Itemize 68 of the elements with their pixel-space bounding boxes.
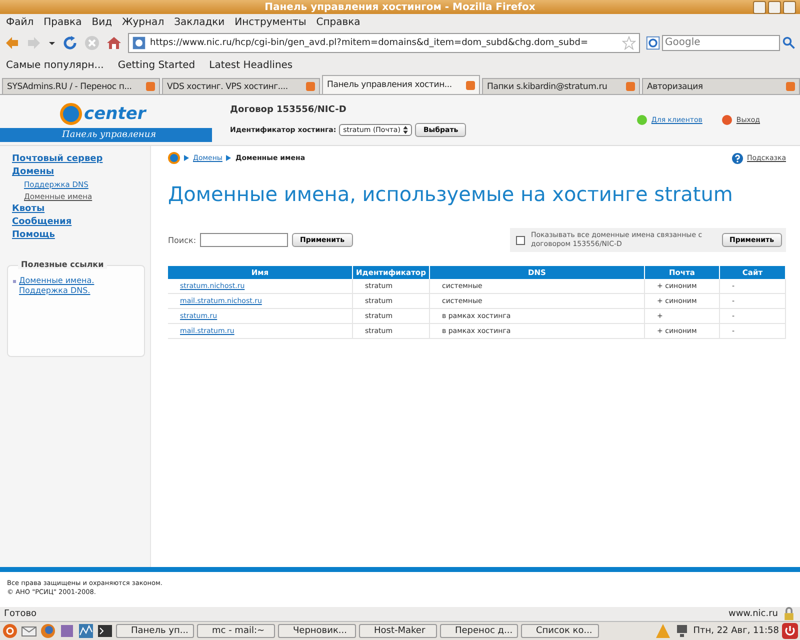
minimize-button[interactable] xyxy=(753,1,766,14)
menu-item[interactable]: Журнал xyxy=(122,16,164,28)
help-icon xyxy=(732,152,743,164)
power-icon[interactable] xyxy=(782,623,798,639)
browser-tab[interactable]: VDS хостинг. VPS хостинг.... xyxy=(162,78,320,94)
arrow-icon xyxy=(226,155,232,161)
nav-link[interactable]: Почтовый сервер xyxy=(12,154,103,164)
window-title: Панель управления хостингом - Mozilla Firefox xyxy=(264,2,536,12)
status-text: Готово xyxy=(4,609,37,619)
home-icon[interactable] xyxy=(106,34,122,50)
taskbar-button[interactable]: Черновик... xyxy=(278,624,356,638)
bullet-icon xyxy=(13,280,16,283)
taskbar-button[interactable]: Список ко... xyxy=(521,624,599,638)
chart-icon[interactable] xyxy=(78,623,94,639)
menu-item[interactable]: Файл xyxy=(6,16,34,28)
close-tab-icon[interactable] xyxy=(466,80,475,90)
logout-icon xyxy=(722,115,732,125)
links-title: Полезные ссылки xyxy=(18,260,107,269)
search-engine-icon[interactable] xyxy=(646,36,660,50)
terminal-icon[interactable] xyxy=(97,623,113,639)
show-all-checkbox[interactable] xyxy=(516,236,525,244)
taskbar-button[interactable]: Перенос д... xyxy=(440,624,518,638)
search-label: Поиск: xyxy=(168,236,196,244)
ubuntu-menu-icon[interactable] xyxy=(2,623,18,639)
taskbar-button[interactable]: Host-Maker xyxy=(359,624,437,638)
menu-item[interactable]: Вид xyxy=(92,16,112,28)
taskbar-button[interactable]: mc - mail:~ xyxy=(197,624,275,638)
close-button[interactable] xyxy=(783,1,796,14)
star-icon[interactable] xyxy=(622,36,636,50)
menu-item[interactable]: Инструменты xyxy=(234,16,306,28)
arrow-icon xyxy=(184,155,189,161)
browser-icon[interactable] xyxy=(40,623,56,639)
browser-tab[interactable]: Панель управления хостин... xyxy=(322,75,480,94)
browser-tab[interactable]: Авторизация xyxy=(642,78,800,94)
search-input[interactable] xyxy=(200,233,288,247)
lock-icon xyxy=(782,607,796,621)
maximize-button[interactable] xyxy=(768,1,781,14)
bookmark-item[interactable]: Getting Started xyxy=(118,60,196,70)
app-icon[interactable] xyxy=(59,623,75,639)
logo-icon xyxy=(168,152,180,164)
clock: Птн, 22 Авг, 11:58 xyxy=(693,626,779,636)
search-field[interactable]: Google xyxy=(662,34,780,50)
address-bar[interactable]: https://www.nic.ru/hcp/cgi-bin/gen_avd.pl?mitem=domains&d_item=dom_subd&chg.dom_subd= xyxy=(128,32,640,52)
nav-link[interactable]: Сообщения xyxy=(12,217,72,227)
logo-text: center xyxy=(84,104,146,124)
logo-caption: Панель управления xyxy=(0,128,212,142)
nav-link[interactable]: Квоты xyxy=(12,204,45,214)
nav-link[interactable]: Помощь xyxy=(12,230,55,240)
browser-tab[interactable]: SYSAdmins.RU / - Перенос п... xyxy=(2,78,160,94)
reload-icon[interactable] xyxy=(62,34,78,50)
site-icon xyxy=(132,36,146,50)
useful-link[interactable]: Доменные имена. Поддержка DNS. xyxy=(19,276,139,296)
back-icon[interactable] xyxy=(4,34,20,50)
status-icon xyxy=(637,115,648,125)
menu-item[interactable]: Правка xyxy=(44,16,82,28)
menu-item[interactable]: Закладки xyxy=(174,16,225,28)
page-heading: Доменные имена, используемые на хостинге stratum xyxy=(168,182,734,206)
menu-item[interactable]: Справка xyxy=(316,16,360,28)
contract-number: Договор 153556/NIC-D xyxy=(230,105,348,115)
search-icon[interactable] xyxy=(782,36,796,50)
browser-tab[interactable]: Папки s.kibardin@stratum.ru xyxy=(482,78,640,94)
spinner-arrows-icon[interactable] xyxy=(403,126,408,134)
status-host: www.nic.ru xyxy=(728,609,778,619)
bookmark-item[interactable]: Latest Headlines xyxy=(209,60,293,70)
nav-link[interactable]: Домены xyxy=(12,167,54,177)
taskbar-button[interactable]: Панель уп... xyxy=(116,624,194,638)
logo-icon xyxy=(60,103,82,125)
bookmark-item[interactable]: Самые популярн... xyxy=(6,60,104,70)
